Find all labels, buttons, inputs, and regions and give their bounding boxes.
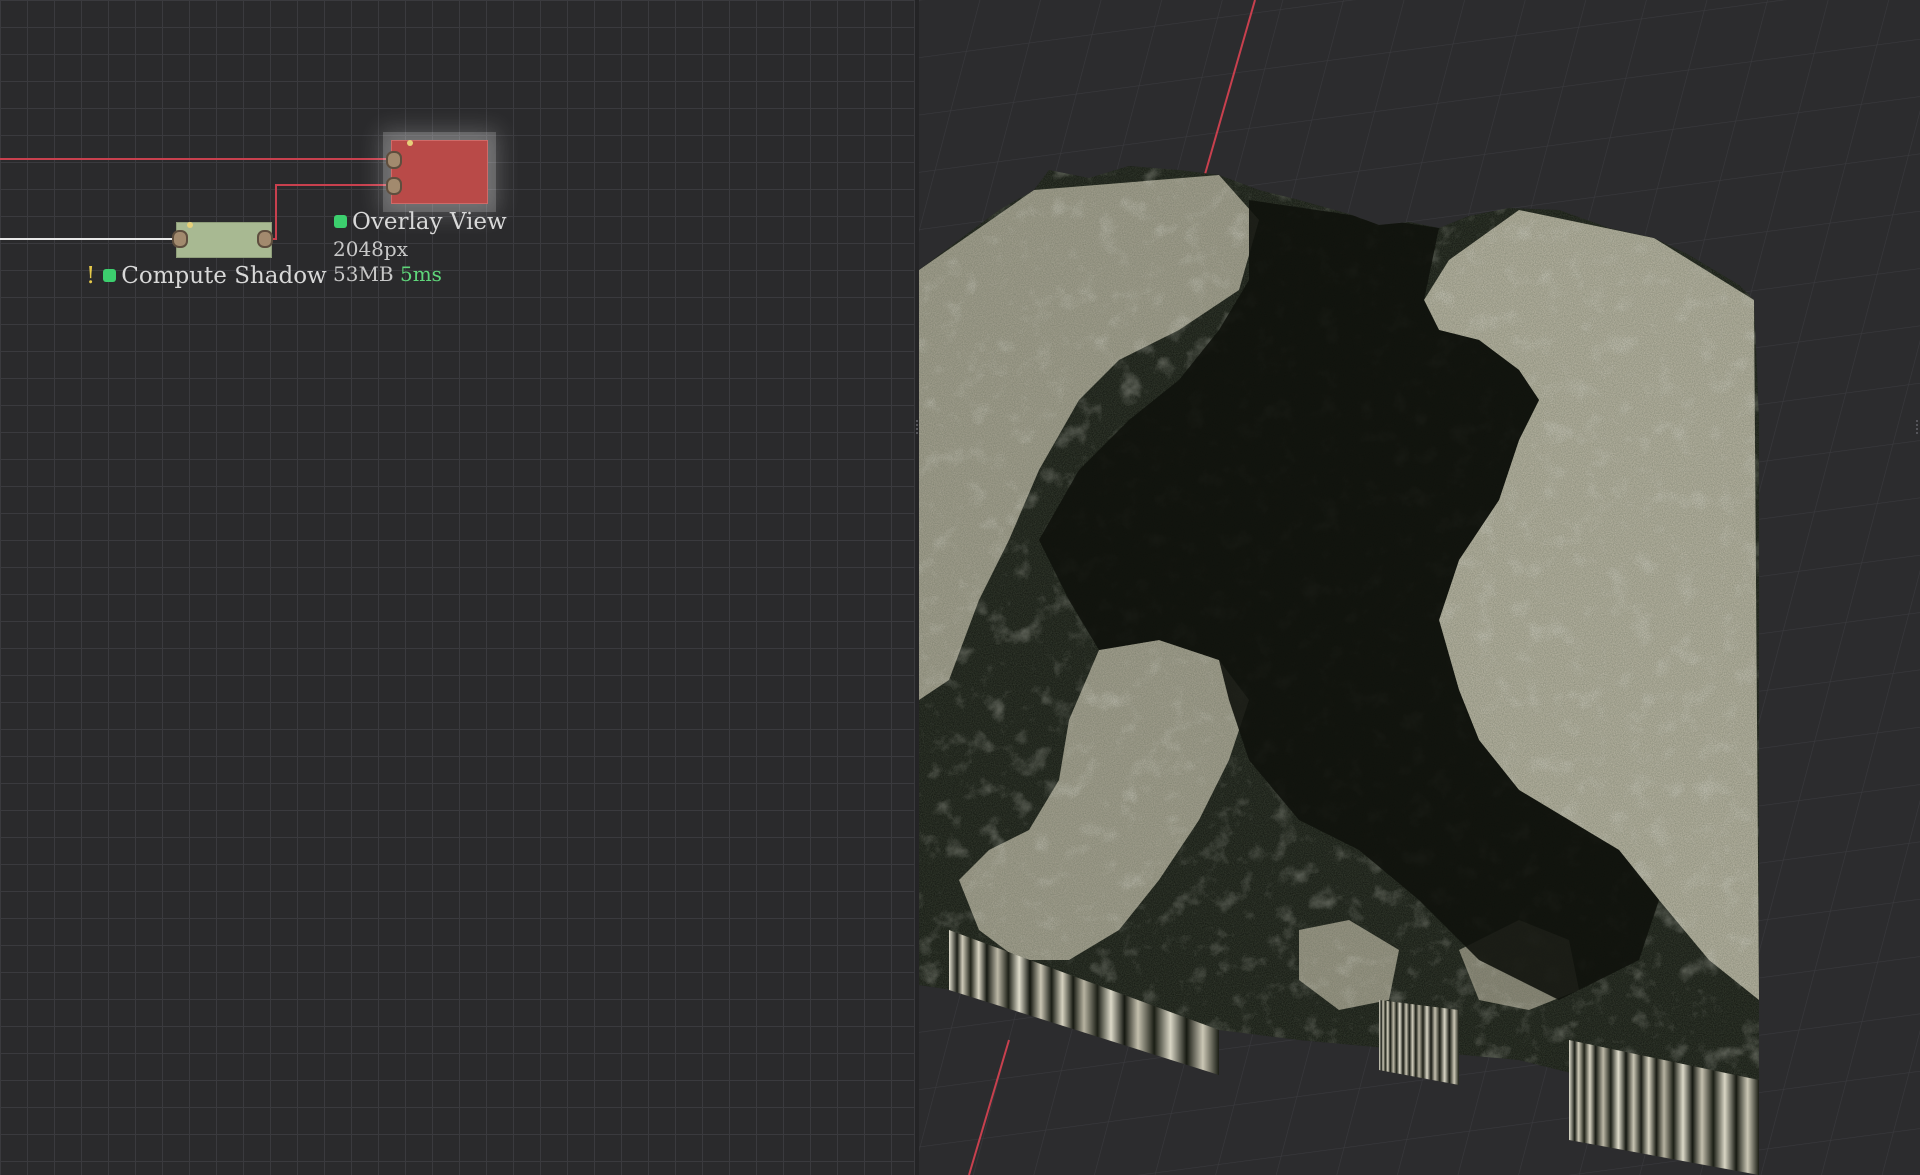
node-graph-panel[interactable]: Overlay View 2048px 53MB 5ms ! Compute Sh… [0,0,914,1175]
overlay-view-time: 5ms [399,262,442,286]
3d-viewport[interactable] [919,0,1920,1175]
warning-indicator: ! [86,263,96,289]
splitter-grip-icon [916,420,918,436]
viewport-scene [919,0,1920,1175]
overlay-view-memory: 53MB [333,262,394,286]
shadow-input-port[interactable] [172,230,188,248]
status-indicator [334,214,347,228]
shadow-port-marker [187,222,193,228]
overlay-view-title-text: Overlay View [352,209,507,235]
status-indicator [103,268,117,282]
compute-shadow-title-text: Compute Shadow [121,263,327,289]
overlay-view-title[interactable]: Overlay View [334,209,507,235]
overlay-input-port-2[interactable] [386,177,402,195]
overlay-view-resolution: 2048px [333,237,408,261]
compute-shadow-title[interactable]: ! Compute Shadow [86,263,327,289]
viewport-edge-grip-icon [1916,420,1918,436]
terrain-cliff-mid [1379,1000,1459,1085]
overlay-view-node[interactable] [391,140,488,204]
overlay-port-marker [407,140,413,146]
shadow-output-port[interactable] [257,230,273,248]
overlay-view-stats: 53MB 5ms [333,262,442,286]
overlay-input-port-1[interactable] [386,151,402,169]
